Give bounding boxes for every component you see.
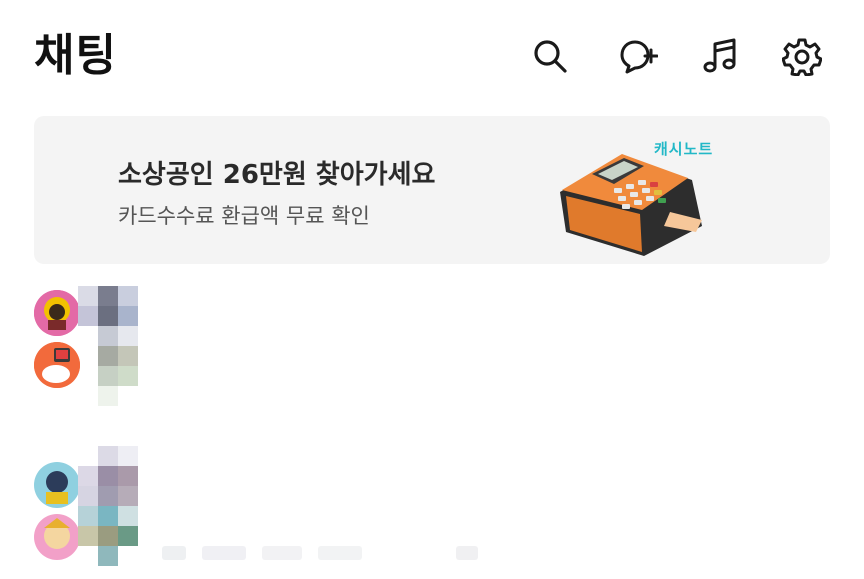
card-terminal-illustration — [560, 154, 702, 256]
music-icon[interactable] — [698, 34, 742, 78]
group-avatar — [34, 286, 84, 396]
character-avatar-2 — [34, 342, 80, 388]
character-avatar-3 — [34, 462, 80, 508]
chat-list-item[interactable] — [0, 286, 864, 416]
header: 채팅 — [0, 0, 864, 110]
chat-list-item[interactable] — [0, 446, 864, 576]
search-icon[interactable] — [528, 34, 572, 78]
settings-icon[interactable] — [780, 34, 824, 78]
chat-screen: 채팅 소상공인 26만원 찾아가세요 카드수수료 환급액 무료 확인 캐시노트 — [0, 0, 864, 579]
new-chat-icon[interactable] — [616, 34, 660, 78]
ad-banner[interactable]: 소상공인 26만원 찾아가세요 카드수수료 환급액 무료 확인 캐시노트 — [34, 116, 830, 264]
banner-subtext: 카드수수료 환급액 무료 확인 — [118, 204, 370, 228]
page-title: 채팅 — [34, 30, 117, 81]
group-avatar — [34, 446, 84, 560]
character-avatar-4 — [34, 514, 80, 560]
character-avatar-1 — [34, 290, 80, 336]
banner-headline: 소상공인 26만원 찾아가세요 — [118, 160, 436, 190]
